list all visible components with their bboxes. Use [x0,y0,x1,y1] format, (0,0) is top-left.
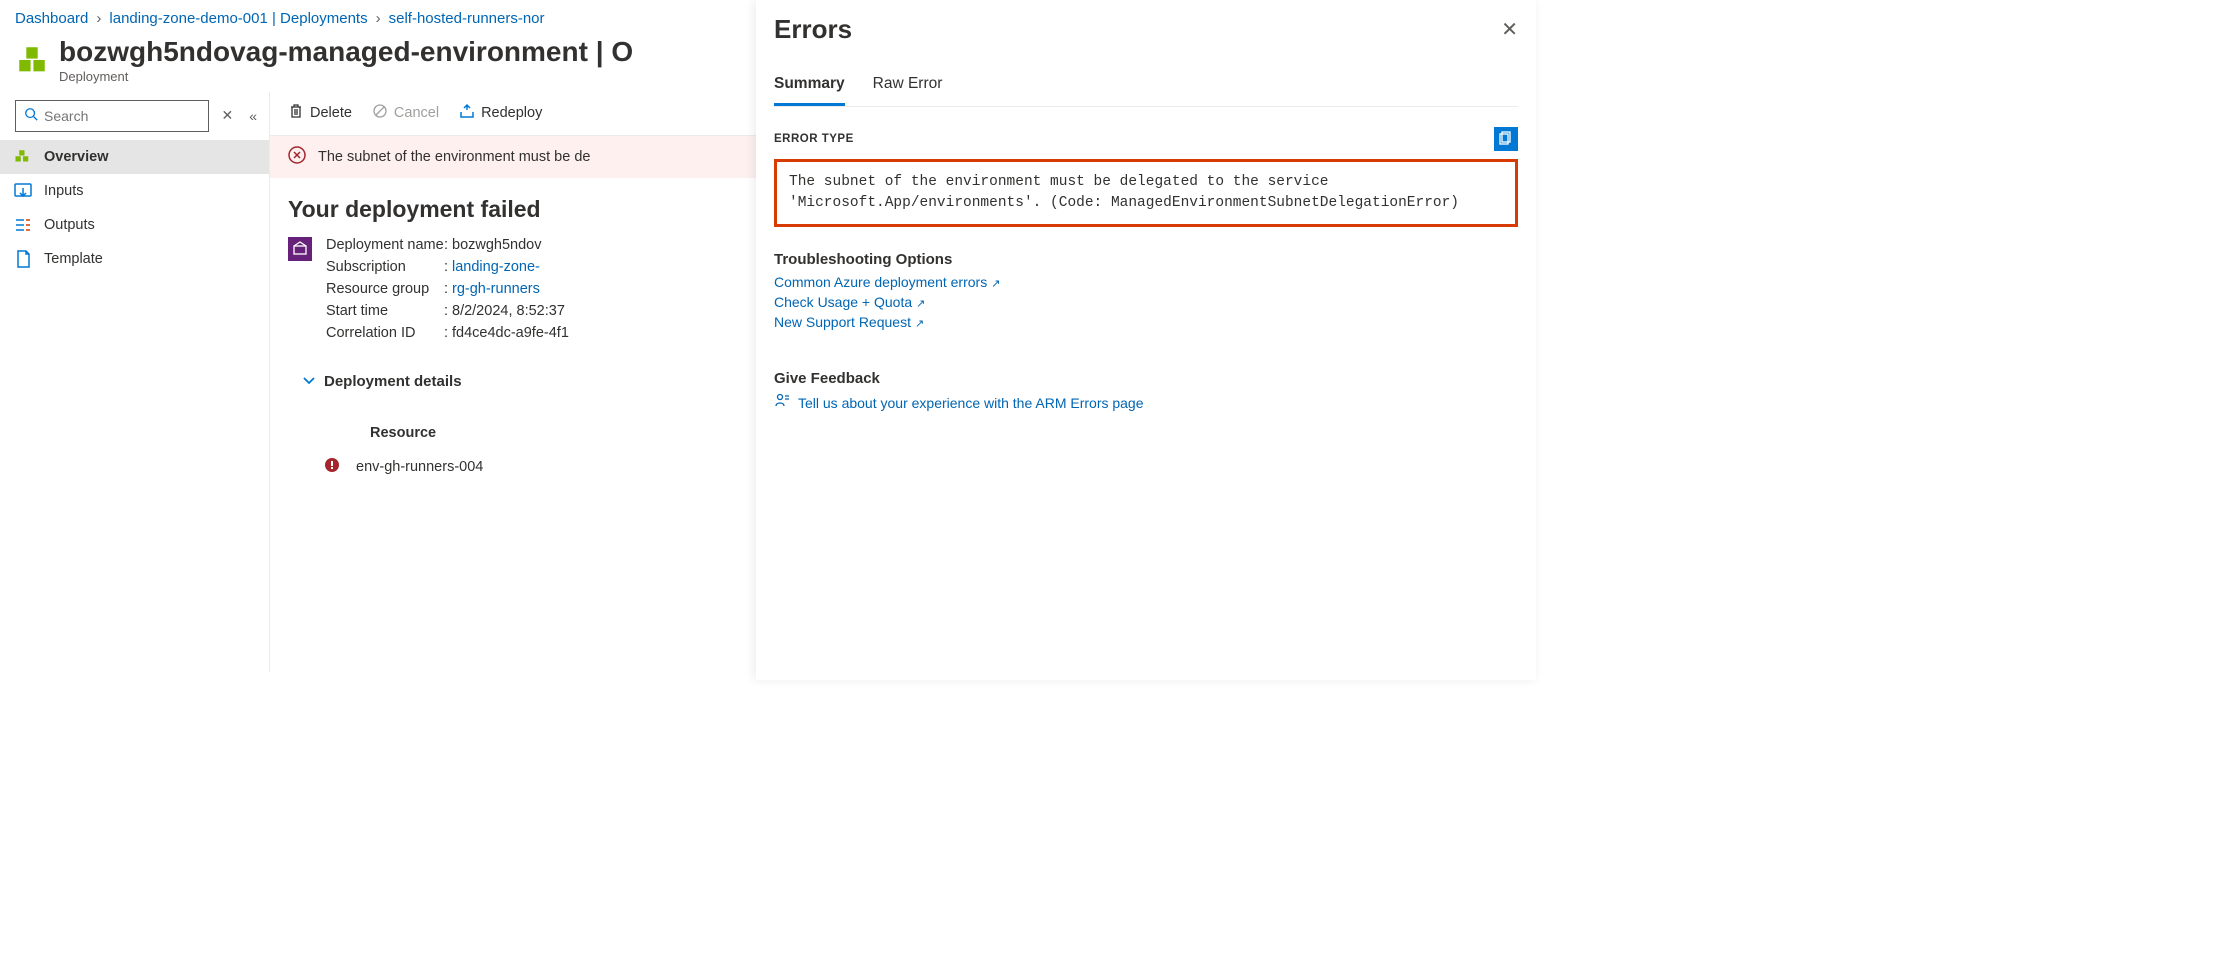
copy-icon [1499,131,1513,148]
sidebar-item-label: Overview [44,149,109,165]
overview-icon [14,148,32,166]
error-badge-icon [324,457,340,477]
link-new-support[interactable]: New Support Request↗ [774,314,924,330]
sidebar-item-label: Inputs [44,183,84,199]
redeploy-button[interactable]: Redeploy [459,103,542,123]
sidebar-item-template[interactable]: Template [0,242,269,276]
breadcrumb-link-deployments[interactable]: landing-zone-demo-001 | Deployments [109,10,367,27]
close-icon: ✕ [1501,19,1518,41]
link-common-errors[interactable]: Common Azure deployment errors↗ [774,274,1000,290]
meta-label-start-time: Start time [326,303,444,319]
meta-label-resource-group: Resource group [326,281,444,297]
sidebar-item-overview[interactable]: Overview [0,140,269,174]
tab-summary[interactable]: Summary [774,67,845,106]
page-subtitle: Deployment [59,69,633,84]
link-check-quota[interactable]: Check Usage + Quota↗ [774,294,925,310]
deployment-meta: Deployment name: bozwgh5ndov Subscriptio… [326,237,569,341]
external-link-icon: ↗ [915,318,924,330]
cancel-label: Cancel [394,105,439,121]
errors-flyout: Errors ✕ Summary Raw Error ERROR TYPE Th… [756,0,1536,680]
meta-value-start-time: 8/2/2024, 8:52:37 [452,303,569,319]
redeploy-label: Redeploy [481,105,542,121]
cancel-button: Cancel [372,103,439,123]
search-input[interactable] [44,108,200,124]
cancel-icon [372,103,388,123]
flyout-tabs: Summary Raw Error [774,67,1518,107]
external-link-icon: ↗ [916,298,925,310]
meta-label-correlation-id: Correlation ID [326,325,444,341]
chevron-right-icon: › [374,10,383,27]
template-icon [14,250,32,268]
feedback-icon [774,393,790,412]
error-message-box: The subnet of the environment must be de… [774,159,1518,227]
inputs-icon [14,182,32,200]
error-type-label: ERROR TYPE [774,133,854,145]
copy-button[interactable] [1494,127,1518,151]
troubleshooting-header: Troubleshooting Options [774,251,1518,268]
tab-raw-error[interactable]: Raw Error [873,67,943,106]
deployment-details-label: Deployment details [324,373,462,390]
redeploy-icon [459,103,475,123]
sidebar-item-label: Template [44,251,103,267]
meta-link-resource-group[interactable]: rg-gh-runners [452,281,569,297]
error-circle-icon [288,146,306,168]
meta-label-deployment-name: Deployment name [326,237,444,253]
table-cell-resource: env-gh-runners-004 [356,459,483,475]
breadcrumb-link-runners[interactable]: self-hosted-runners-nor [389,10,545,27]
sidebar-item-outputs[interactable]: Outputs [0,208,269,242]
deployment-icon [15,43,49,77]
chevron-right-icon: › [94,10,103,27]
feedback-header: Give Feedback [774,370,1518,387]
resource-provider-icon [288,237,312,261]
meta-value-deployment-name: bozwgh5ndov [452,237,569,253]
meta-label-subscription: Subscription [326,259,444,275]
search-box[interactable] [15,100,209,132]
flyout-title: Errors [774,14,852,45]
sidebar-item-inputs[interactable]: Inputs [0,174,269,208]
page-title: bozwgh5ndovag-managed-environment | O [59,35,633,69]
trash-icon [288,103,304,123]
external-link-icon: ↗ [991,278,1000,290]
chevron-down-icon [302,373,316,391]
meta-link-subscription[interactable]: landing-zone- [452,259,569,275]
sidebar: ✕ « Overview Inputs Outputs Template [0,92,270,672]
delete-button[interactable]: Delete [288,103,352,123]
meta-value-correlation-id: fd4ce4dc-a9fe-4f1 [452,325,569,341]
outputs-icon [14,216,32,234]
clear-button[interactable]: ✕ [217,103,237,128]
collapse-button[interactable]: « [245,104,261,128]
search-icon [24,107,38,124]
sidebar-item-label: Outputs [44,217,95,233]
error-banner-text: The subnet of the environment must be de [318,149,590,165]
breadcrumb-link-dashboard[interactable]: Dashboard [15,10,88,27]
feedback-link[interactable]: Tell us about your experience with the A… [798,395,1144,411]
close-button[interactable]: ✕ [1501,17,1518,42]
delete-label: Delete [310,105,352,121]
